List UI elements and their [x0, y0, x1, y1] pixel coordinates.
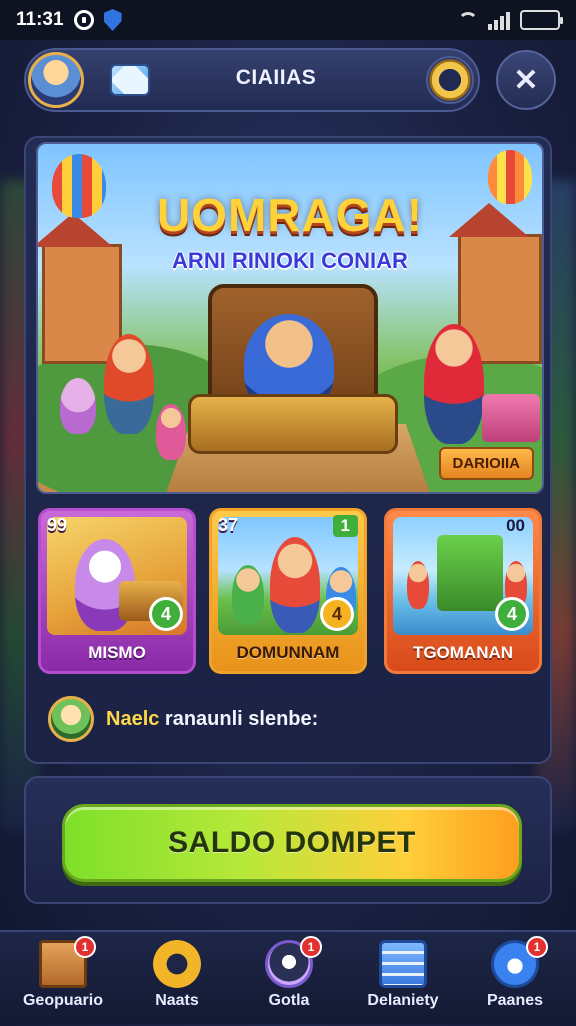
card-character [232, 565, 264, 625]
notification-badge: 1 [74, 936, 96, 958]
nav-item-delaniety[interactable]: Delaniety [348, 932, 458, 1026]
cart [188, 394, 398, 454]
message-avatar [48, 696, 94, 742]
nav-label: Gotla [268, 992, 310, 1009]
card-badge: 00 [506, 516, 525, 535]
card-count: 99 [47, 515, 68, 535]
banner-subtitle: ARNI RINIOKI CONIAR [172, 248, 408, 273]
card-character [407, 561, 429, 609]
status-bar: 11:31 [0, 0, 576, 40]
banner-character [424, 324, 484, 444]
featured-banner[interactable]: UOMRAGA! ARNI RINIOKI CONIAR DARIOIIA [36, 142, 544, 494]
game-card[interactable]: 00 4 TGOMANAN [384, 508, 542, 674]
mail-icon[interactable] [110, 64, 150, 96]
nav-label: Geopuario [22, 992, 103, 1009]
status-time: 11:31 [16, 9, 64, 30]
battery-icon [520, 10, 563, 30]
card-label: MISMO [88, 643, 146, 662]
message-body: ranaunli slenbe: [159, 707, 319, 730]
page-title: CIAIIAS [235, 66, 317, 89]
wifi-icon [458, 12, 478, 28]
wallet-balance-button[interactable]: SALDO DOMPET [62, 804, 522, 882]
banner-character [156, 404, 186, 460]
game-card[interactable]: 37 1 4 DOMUNNAM [209, 508, 367, 674]
gift-box [482, 394, 540, 442]
banner-tag[interactable]: DARIOIIA [438, 447, 534, 480]
game-card[interactable]: 99 4 MISMO [38, 508, 196, 674]
nav-item-paanes[interactable]: 1 Paanes [460, 932, 570, 1026]
banner-character [60, 378, 96, 434]
ring-icon[interactable] [426, 56, 474, 104]
card-label: TGOMANAN [412, 643, 514, 662]
nav-label: Paanes [486, 992, 544, 1009]
list-icon [379, 940, 427, 988]
signal-icon [488, 10, 510, 30]
card-character [270, 537, 320, 633]
level-badge: 4 [320, 597, 354, 631]
level-badge: 4 [495, 597, 529, 631]
banner-character [104, 334, 154, 434]
notification-icon [73, 10, 94, 30]
player-avatar[interactable] [28, 52, 84, 108]
shield-icon [103, 9, 122, 31]
notification-badge: 1 [526, 936, 548, 958]
nav-label: Naats [155, 992, 199, 1009]
nav-label: Delaniety [367, 992, 439, 1009]
gear-icon [153, 940, 201, 988]
message-highlight: Naelc [106, 707, 160, 730]
message-text: Naelc ranaunli slenbe: [106, 708, 318, 731]
nav-item-gotla[interactable]: 1 Gotla [234, 932, 344, 1026]
game-cards: 99 4 MISMO 37 1 4 DOMUNNAM 00 4 TGOMANAN [38, 508, 542, 674]
card-label: DOMUNNAM [236, 643, 340, 662]
banner-title: UOMRAGA! [156, 189, 424, 241]
notification-badge: 1 [300, 936, 322, 958]
card-count: 37 [218, 515, 239, 535]
top-bar: CIAIIAS [24, 48, 480, 112]
message-row: Naelc ranaunli slenbe: [48, 694, 318, 744]
card-building [437, 535, 503, 611]
card-badge: 1 [332, 515, 358, 537]
nav-item-naats[interactable]: Naats [122, 932, 232, 1026]
level-badge: 4 [149, 597, 183, 631]
main-panel: UOMRAGA! ARNI RINIOKI CONIAR DARIOIIA 99… [24, 136, 552, 764]
bottom-nav: 1 Geopuario Naats 1 Gotla Delaniety 1 Pa… [0, 930, 576, 1024]
nav-item-geopuario[interactable]: 1 Geopuario [8, 932, 118, 1026]
action-panel: SALDO DOMPET [24, 776, 552, 904]
close-button[interactable]: ✕ [496, 50, 556, 110]
